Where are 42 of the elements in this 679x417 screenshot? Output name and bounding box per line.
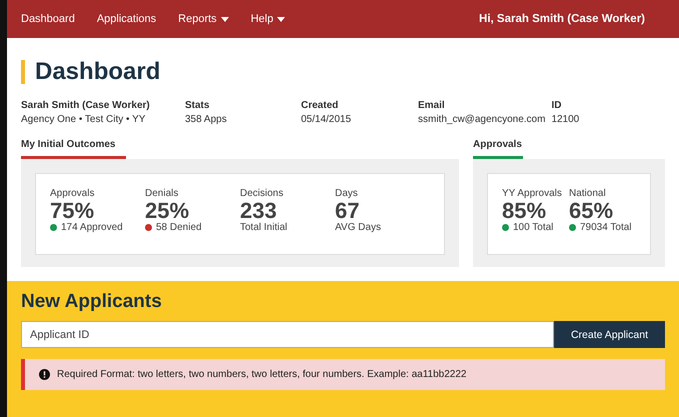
nav-link[interactable]: Reports: [178, 13, 229, 25]
nav-link[interactable]: Help: [250, 13, 286, 25]
stat-caption: 79034 Total: [580, 222, 632, 234]
applicant-id-field[interactable]: Applicant ID: [21, 321, 554, 348]
stat-caption: AVG Days: [335, 222, 381, 234]
stat-value: 25%: [145, 199, 190, 222]
info-label: ID: [551, 100, 562, 111]
stat-caption: 100 Total: [513, 222, 554, 234]
stat-caption: 58 Denied: [156, 222, 202, 234]
info-label: Created: [301, 100, 340, 111]
stat-caption: Total Initial: [240, 222, 288, 234]
stat-value: 67: [335, 199, 360, 222]
info-value: 358 Apps: [185, 114, 228, 125]
stat-label: National: [569, 188, 607, 199]
nav-link[interactable]: Dashboard: [21, 13, 75, 25]
stat-value: 85%: [502, 199, 546, 222]
stat-label: Days: [335, 188, 359, 199]
info-value: 12100: [551, 114, 580, 125]
stat-value: 233: [240, 199, 277, 222]
stat-label: Denials: [145, 188, 180, 199]
section-title: My Initial Outcomes: [21, 139, 116, 152]
info-label: Email: [418, 100, 446, 111]
title-accent: [21, 60, 25, 84]
user-greeting[interactable]: Hi, Sarah Smith (Case Worker): [479, 13, 645, 25]
section-title: Approvals: [473, 139, 522, 152]
stat-label: Decisions: [240, 188, 284, 199]
info-value: 05/14/2015: [301, 114, 352, 125]
stat-value: 75%: [50, 199, 94, 222]
info-value: Agency One • Test City • YY: [21, 114, 146, 125]
page-title: Dashboard: [35, 58, 160, 86]
alert-text: Required Format: two letters, two numbers, two letters, four numbers. Example: aa11bb2222: [57, 369, 466, 380]
stat-label: Approvals: [50, 188, 96, 199]
exclamation-icon: [39, 369, 50, 380]
stat-caption: 174 Approved: [61, 222, 123, 234]
section-heading: New Applicants: [21, 291, 163, 313]
info-label: Sarah Smith (Case Worker): [21, 100, 151, 111]
info-value: ssmith_cw@agencyone.com: [418, 114, 546, 125]
stat-value: 65%: [569, 199, 614, 222]
create-applicant-button[interactable]: Create Applicant: [554, 321, 665, 348]
stat-label: YY Approvals: [502, 188, 563, 199]
nav-link[interactable]: Applications: [96, 13, 156, 25]
info-label: Stats: [185, 100, 210, 111]
